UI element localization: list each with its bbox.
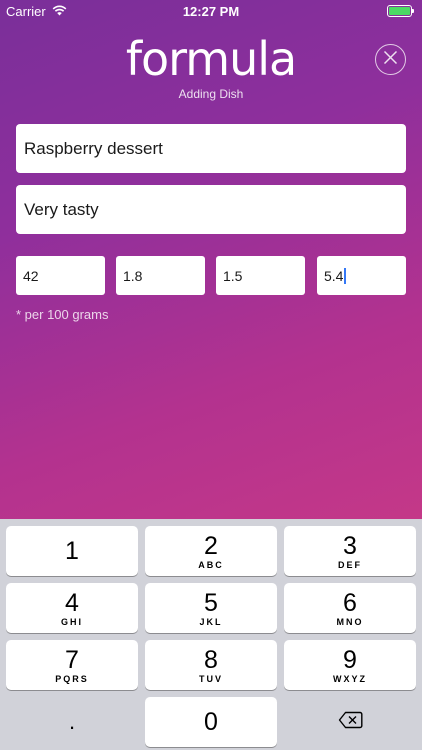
status-time: 12:27 PM: [182, 4, 240, 19]
dish-name-input[interactable]: Raspberry dessert: [16, 124, 406, 173]
key-3[interactable]: 3 DEF: [284, 526, 416, 576]
key-letters: WXYZ: [333, 673, 367, 684]
value-input-2[interactable]: 1.8: [116, 256, 205, 295]
key-2[interactable]: 2 ABC: [145, 526, 277, 576]
battery-fill: [389, 7, 410, 15]
battery-icon: [387, 5, 414, 17]
close-button[interactable]: [375, 44, 406, 75]
key-letters: GHI: [60, 616, 83, 627]
key-decimal[interactable]: .: [6, 697, 138, 747]
key-digit: 9: [343, 645, 357, 674]
key-digit: 4: [65, 588, 79, 617]
close-icon: [383, 50, 398, 70]
app-logo: formula: [125, 32, 297, 86]
text-cursor: [344, 267, 347, 284]
key-digit: 2: [204, 531, 218, 560]
key-digit: .: [68, 709, 76, 734]
value-input-4-text: 5.4: [324, 267, 344, 284]
key-letters: JKL: [199, 616, 223, 627]
key-0[interactable]: 0: [145, 697, 277, 747]
value-input-3[interactable]: 1.5: [216, 256, 305, 295]
key-8[interactable]: 8 TUV: [145, 640, 277, 690]
key-digit: 6: [343, 588, 357, 617]
key-backspace[interactable]: [284, 697, 416, 747]
key-letters: TUV: [199, 673, 223, 684]
value-input-1[interactable]: 42: [16, 256, 105, 295]
key-1[interactable]: 1: [6, 526, 138, 576]
key-9[interactable]: 9 WXYZ: [284, 640, 416, 690]
key-6[interactable]: 6 MNO: [284, 583, 416, 633]
per-100-grams-note: * per 100 grams: [16, 307, 109, 322]
backspace-icon: [338, 711, 363, 734]
numeric-keypad: 1 2 ABC 3 DEF 4 GHI 5 JKL 6 MNO 7 PQRS 8…: [0, 519, 422, 750]
key-digit: 0: [204, 708, 218, 736]
key-digit: 3: [343, 531, 357, 560]
key-digit: 1: [65, 537, 79, 565]
description-input[interactable]: Very tasty: [16, 185, 406, 234]
page-subtitle: Adding Dish: [178, 87, 244, 101]
app-screen: Carrier 12:27 PM formula Adding Dish Ras…: [0, 0, 422, 519]
key-letters: DEF: [338, 559, 362, 570]
key-7[interactable]: 7 PQRS: [6, 640, 138, 690]
status-bar: Carrier 12:27 PM: [0, 0, 422, 22]
key-letters: PQRS: [55, 673, 89, 684]
key-letters: ABC: [198, 559, 224, 570]
key-digit: 7: [65, 645, 79, 674]
key-4[interactable]: 4 GHI: [6, 583, 138, 633]
key-digit: 5: [204, 588, 218, 617]
key-5[interactable]: 5 JKL: [145, 583, 277, 633]
value-input-4[interactable]: 5.4: [317, 256, 406, 295]
key-digit: 8: [204, 645, 218, 674]
key-letters: MNO: [336, 616, 364, 627]
